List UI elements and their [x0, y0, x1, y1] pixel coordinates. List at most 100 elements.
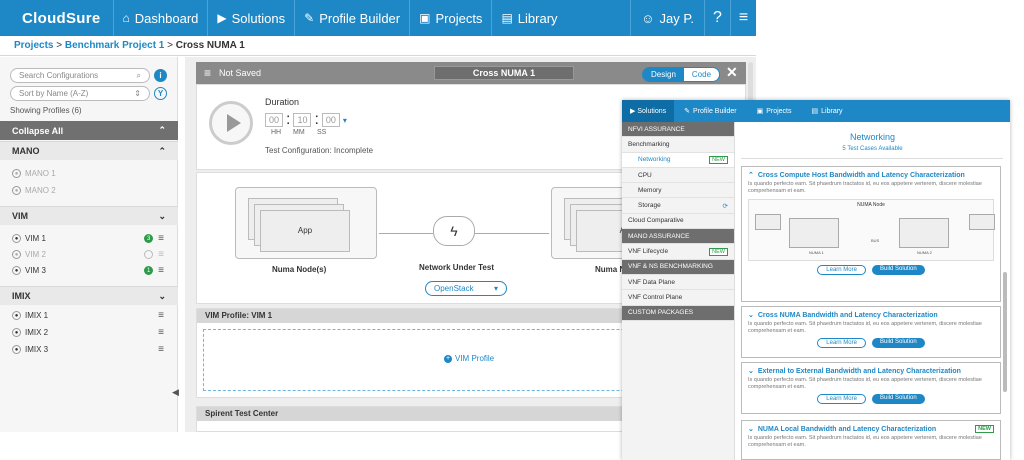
menu-icon[interactable]: ≡ — [158, 310, 164, 321]
test-case-card[interactable]: ⌃ Cross Compute Host Bandwidth and Latenc… — [741, 166, 1001, 302]
design-code-toggle[interactable]: Design Code — [642, 67, 721, 82]
filter-icon[interactable]: Y — [154, 87, 167, 100]
breadcrumb: Projects > Benchmark Project 1 > Cross N… — [0, 36, 756, 56]
person-icon: ● — [12, 250, 21, 259]
nav-library[interactable]: ▤ Library — [491, 0, 566, 36]
book-icon: ▤ — [501, 11, 513, 25]
test-case-title[interactable]: NUMA Local Bandwidth and Latency Charact… — [758, 426, 936, 433]
test-case-title[interactable]: External to External Bandwidth and Laten… — [758, 368, 961, 375]
hamburger-icon[interactable]: ≡ — [196, 66, 219, 80]
brand-logo[interactable]: CloudSure — [0, 10, 113, 27]
collapse-all[interactable]: Collapse All ⌃ — [0, 121, 178, 140]
numa-node-left[interactable]: App — [235, 187, 377, 259]
menu-icon[interactable]: ≡ — [158, 233, 164, 244]
test-case-description: Is quando perfecto eam. Sit phaedrum tra… — [748, 377, 982, 390]
overlay-nav-library[interactable]: ▤ Library — [802, 107, 853, 116]
numa-node-right[interactable]: A — [551, 187, 631, 259]
list-item[interactable]: ● MANO 2 — [12, 186, 164, 195]
sort-select[interactable]: Sort by Name (A-Z) ⇕ — [10, 86, 150, 101]
list-item[interactable]: ● VIM 3 1 ≡ — [12, 265, 164, 276]
search-input[interactable]: Search Configurations ⌕ — [10, 68, 150, 83]
design-tab[interactable]: Design — [643, 68, 684, 81]
test-case-card[interactable]: ⌄ External to External Bandwidth and Late… — [741, 362, 1001, 414]
help-icon[interactable]: ? — [704, 0, 730, 36]
edit-icon: ✎ — [304, 11, 315, 25]
profile-title[interactable]: Cross NUMA 1 — [434, 66, 574, 80]
test-case-title[interactable]: Cross NUMA Bandwidth and Latency Charact… — [758, 312, 938, 319]
code-tab[interactable]: Code — [683, 68, 720, 81]
menu-icon[interactable]: ≡ — [730, 0, 756, 36]
sidebar-item-benchmarking[interactable]: Benchmarking — [622, 137, 734, 153]
add-vim-profile-button[interactable]: + VIM Profile — [444, 354, 494, 363]
unit-label: SS — [317, 129, 327, 136]
item-label: Networking — [638, 156, 671, 164]
list-item[interactable]: ● IMIX 3 ≡ — [12, 344, 164, 355]
connector-line — [379, 233, 433, 234]
sidebar-item-vnf-lifecycle[interactable]: VNF Lifecycle NEW — [622, 244, 734, 260]
build-solution-button[interactable]: Build Solution — [871, 394, 925, 404]
showing-count: Showing Profiles (6) — [10, 106, 82, 115]
cloud-icon[interactable]: ϟ — [433, 216, 475, 246]
sort-value: Sort by Name (A-Z) — [19, 89, 89, 98]
sidebar-item-storage[interactable]: Storage ⟳ — [622, 198, 734, 214]
list-item[interactable]: ● VIM 1 3 ≡ — [12, 233, 164, 244]
learn-more-button[interactable]: Learn More — [817, 394, 866, 404]
nav-profile-builder[interactable]: ✎ Profile Builder — [294, 0, 409, 36]
chevron-down-icon[interactable]: ⌄ — [748, 311, 754, 319]
sidebar-item-cpu[interactable]: CPU — [622, 168, 734, 184]
test-case-card[interactable]: ⌄ NUMA Local Bandwidth and Latency Charac… — [741, 420, 1001, 460]
nav-label: Profile Builder — [693, 107, 737, 115]
nav-projects[interactable]: ▣ Projects — [409, 0, 491, 36]
user-menu[interactable]: ☺ Jay P. — [630, 0, 704, 36]
breadcrumb-project[interactable]: Benchmark Project 1 — [65, 40, 165, 51]
chevron-up-icon[interactable]: ⌃ — [748, 171, 754, 179]
section-mano[interactable]: MANO ⌃ — [0, 141, 178, 160]
nav-label: Projects — [766, 107, 792, 115]
list-item[interactable]: ● MANO 1 — [12, 169, 164, 178]
overlay-scrollbar[interactable] — [1003, 272, 1007, 392]
group-header: CUSTOM PACKAGES — [622, 305, 734, 321]
sidebar-item-vnf-control-plane[interactable]: VNF Control Plane — [622, 290, 734, 306]
section-vim[interactable]: VIM ⌄ — [0, 206, 178, 225]
sidebar-item-memory[interactable]: Memory — [622, 183, 734, 199]
nav-solutions[interactable]: ▶ Solutions — [207, 0, 294, 36]
seconds-field[interactable]: 00 — [321, 113, 340, 127]
list-item[interactable]: ● IMIX 2 ≡ — [12, 327, 164, 338]
build-solution-button[interactable]: Build Solution — [871, 338, 925, 348]
group-header: MANO ASSURANCE — [622, 229, 734, 245]
breadcrumb-projects[interactable]: Projects — [14, 40, 53, 51]
dropdown-caret-icon[interactable]: ▾ — [343, 116, 347, 125]
play-button[interactable] — [209, 101, 253, 145]
overlay-nav-solutions[interactable]: ▶ Solutions — [622, 100, 675, 122]
network-select[interactable]: OpenStack ▾ — [425, 281, 507, 296]
sidebar-item-cloud-comparative[interactable]: Cloud Comparative — [622, 214, 734, 230]
test-case-title[interactable]: Cross Compute Host Bandwidth and Latency… — [758, 172, 965, 179]
nav-dashboard[interactable]: ⌂ Dashboard — [112, 0, 208, 36]
sidebar-item-networking[interactable]: Networking NEW — [622, 152, 734, 168]
info-icon[interactable]: i — [154, 69, 167, 82]
thumbnail-title: NUMA Node — [857, 202, 885, 208]
minutes-field[interactable]: 10 — [293, 113, 312, 127]
menu-icon[interactable]: ≡ — [158, 327, 164, 338]
learn-more-button[interactable]: Learn More — [817, 265, 866, 275]
person-icon: ● — [12, 311, 21, 320]
list-item[interactable]: ● IMIX 1 ≡ — [12, 310, 164, 321]
overlay-nav-profile-builder[interactable]: ✎ Profile Builder — [674, 107, 746, 116]
learn-more-button[interactable]: Learn More — [817, 338, 866, 348]
chevron-down-icon[interactable]: ⌄ — [748, 367, 754, 375]
sidebar-item-vnf-data-plane[interactable]: VNF Data Plane — [622, 275, 734, 291]
list-item[interactable]: ● VIM 2 ≡ — [12, 249, 164, 260]
overlay-nav-projects[interactable]: ▣ Projects — [747, 107, 802, 116]
thumbnail-node — [899, 218, 949, 248]
section-imix[interactable]: IMIX ⌄ — [0, 286, 178, 305]
hours-field[interactable]: 00 — [265, 113, 283, 127]
collapse-sidebar-handle[interactable]: ◀ — [172, 387, 179, 398]
menu-icon[interactable]: ≡ — [158, 344, 164, 355]
menu-icon[interactable]: ≡ — [158, 265, 164, 276]
panel-title: Networking — [849, 132, 896, 142]
close-icon[interactable]: ✕ — [726, 64, 738, 81]
menu-icon[interactable]: ≡ — [158, 249, 164, 260]
build-solution-button[interactable]: Build Solution — [871, 265, 925, 275]
chevron-down-icon[interactable]: ⌄ — [748, 425, 754, 433]
test-case-card[interactable]: ⌄ Cross NUMA Bandwidth and Latency Charac… — [741, 306, 1001, 358]
